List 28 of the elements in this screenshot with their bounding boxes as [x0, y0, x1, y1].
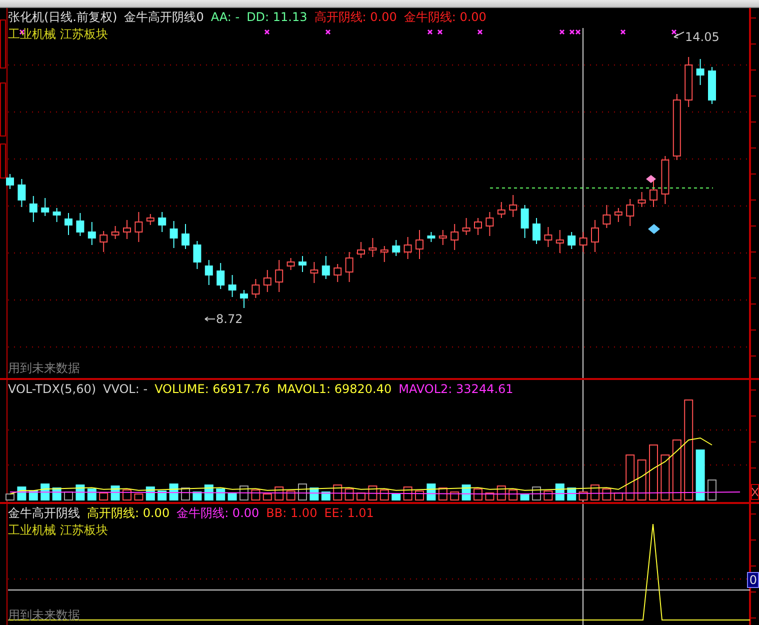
- legend-label: 金牛阴线: 0.00: [404, 10, 486, 25]
- legend-label: 高开阴线: 0.00: [314, 10, 397, 25]
- high-price-label: 14.05: [685, 30, 720, 45]
- legend-label: 高开阴线: 0.00: [87, 506, 170, 521]
- sector-label: 工业机械 江苏板块: [8, 523, 108, 538]
- legend-label: DD: 11.13: [246, 10, 308, 25]
- legend-label: 张化机(日线.前复权): [8, 10, 118, 25]
- legend-label: 金牛高开阴线0: [124, 10, 204, 25]
- legend-label: VOLUME: 66917.76: [154, 382, 270, 397]
- legend-label: VVOL: -: [103, 382, 148, 397]
- legend-label: VOL-TDX(5,60): [8, 382, 96, 397]
- diamond-icon: [648, 224, 660, 234]
- arrow-icon: [674, 32, 684, 38]
- warning-text: 用到未来数据: [8, 361, 80, 376]
- legend-label: AA: -: [210, 10, 240, 25]
- warning-text: 用到未来数据: [8, 608, 80, 623]
- legend-label: 金牛高开阴线: [8, 506, 80, 521]
- arrow-icon: [204, 316, 216, 322]
- legend-label: MAVOL2: 33244.61: [398, 382, 514, 397]
- axis-value-label: 0: [747, 572, 759, 588]
- low-price-label: 8.72: [216, 312, 243, 327]
- legend-label: EE: 1.01: [324, 506, 374, 521]
- close-icon[interactable]: [751, 484, 759, 500]
- legend-label: MAVOL1: 69820.40: [276, 382, 392, 397]
- legend-label: 金牛阴线: 0.00: [176, 506, 260, 521]
- legend-label: BB: 1.00: [266, 506, 318, 521]
- sector-label: 工业机械 江苏板块: [8, 27, 108, 42]
- diamond-icon: [646, 175, 656, 183]
